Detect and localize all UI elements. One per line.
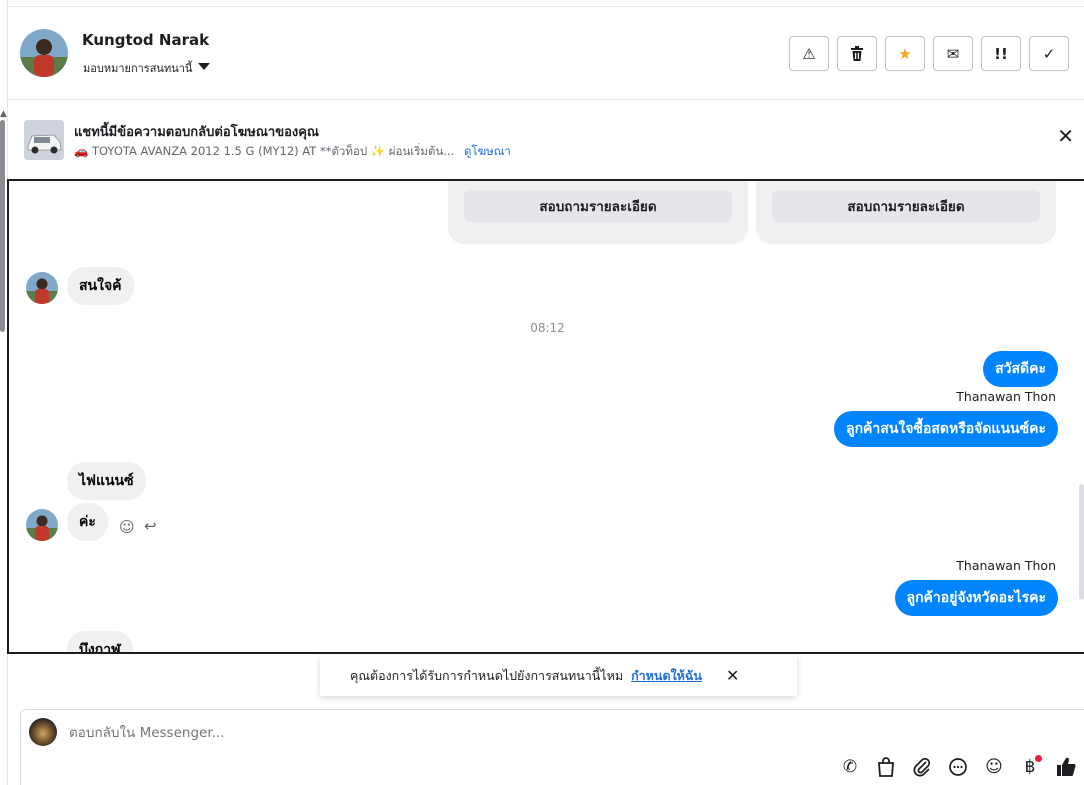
ad-card: สอบถามรายละเอียด — [756, 181, 1056, 244]
spam-button[interactable]: ⚠ — [789, 36, 829, 71]
ad-thumbnail[interactable] — [24, 120, 64, 160]
warning-icon: ⚠ — [802, 44, 816, 63]
message-thread[interactable]: สอบถามรายละเอียด สอบถามรายละเอียด สนใจค้… — [7, 179, 1084, 654]
chat-bubble-icon[interactable] — [946, 755, 970, 779]
sender-name: Thanawan Thon — [956, 389, 1056, 404]
contact-avatar-small[interactable] — [26, 509, 58, 541]
contact-name[interactable]: Kungtod Narak — [82, 31, 209, 49]
header-actions: ⚠ ★ ✉ !! ✓ — [789, 36, 1069, 71]
reply-input[interactable] — [69, 725, 769, 741]
incoming-message[interactable]: ค่ะ — [67, 503, 108, 541]
ad-description-line: 🚗 TOYOTA AVANZA 2012 1.5 G (MY12) AT **ต… — [74, 143, 511, 161]
inquire-button[interactable]: สอบถามรายละเอียด — [772, 190, 1040, 222]
assign-dropdown[interactable]: มอบหมายการสนทนานี้ — [83, 59, 211, 77]
mark-unread-button[interactable]: ✉ — [933, 36, 973, 71]
assign-prompt-text: คุณต้องการได้รับการกำหนดไปยังการสนทนานี้… — [350, 667, 624, 683]
attachment-icon[interactable] — [910, 755, 934, 779]
scroll-up-caret-icon[interactable]: ▲ — [0, 110, 7, 119]
sender-name: Thanawan Thon — [956, 558, 1056, 573]
chevron-down-icon — [198, 63, 211, 70]
timestamp-separator: 08:12 — [530, 321, 565, 335]
star-icon: ★ — [898, 44, 912, 63]
incoming-message[interactable]: บึงกาฬ — [67, 631, 133, 652]
contact-avatar[interactable] — [20, 29, 68, 77]
assign-label: มอบหมายการสนทนานี้ — [83, 62, 193, 75]
view-ad-link[interactable]: ดูโฆษณา — [464, 144, 511, 158]
envelope-icon: ✉ — [946, 44, 960, 63]
check-icon: ✓ — [1042, 44, 1056, 63]
trash-icon — [851, 46, 863, 61]
delete-button[interactable] — [837, 36, 877, 71]
incoming-message[interactable]: ไฟแนนซ์ — [67, 462, 146, 500]
exclamation-icon: !! — [994, 44, 1008, 63]
ad-card: สอบถามรายละเอียด — [448, 181, 748, 244]
inquire-button[interactable]: สอบถามรายละเอียด — [464, 190, 732, 222]
incoming-message[interactable]: สนใจค้ — [67, 267, 134, 305]
notification-dot — [1035, 755, 1042, 762]
outgoing-message[interactable]: ลูกค้าสนใจซื้อสดหรือจัดแนนซ์คะ — [834, 411, 1058, 447]
outgoing-message[interactable]: ลูกค้าอยู่จังหวัดอะไรคะ — [894, 580, 1058, 616]
assign-prompt: คุณต้องการได้รับการกำหนดไปยังการสนทนานี้… — [320, 655, 797, 696]
react-emoji-icon[interactable]: ☺ — [119, 518, 135, 536]
assign-to-me-link[interactable]: กำหนดให้ฉัน — [631, 666, 702, 686]
baht-icon[interactable]: ฿ — [1018, 755, 1042, 779]
page-avatar — [29, 718, 57, 746]
composer-tools: ✆ ☺ ฿ — [838, 755, 1078, 779]
left-scrollbar[interactable] — [0, 120, 5, 332]
follow-up-button[interactable]: !! — [981, 36, 1021, 71]
outgoing-message[interactable]: สวัสดีคะ — [983, 351, 1058, 387]
reply-icon[interactable]: ↩ — [144, 517, 157, 535]
contact-avatar-small[interactable] — [26, 272, 58, 304]
mark-done-button[interactable]: ✓ — [1029, 36, 1069, 71]
ad-reply-banner: แชทนี้มีข้อความตอบกลับต่อโฆษณาของคุณ 🚗 T… — [8, 100, 1084, 179]
call-icon[interactable]: ✆ — [838, 755, 862, 779]
right-scrollbar[interactable] — [1079, 484, 1084, 600]
close-icon[interactable]: ✕ — [1057, 126, 1074, 146]
conversation-header: Kungtod Narak มอบหมายการสนทนานี้ ⚠ ★ ✉ !… — [8, 7, 1084, 100]
star-button[interactable]: ★ — [885, 36, 925, 71]
shopping-bag-icon[interactable] — [874, 755, 898, 779]
close-icon[interactable]: ✕ — [726, 666, 739, 685]
ad-banner-title: แชทนี้มีข้อความตอบกลับต่อโฆษณาของคุณ — [74, 125, 319, 140]
emoji-icon[interactable]: ☺ — [982, 755, 1006, 779]
message-composer: ✆ ☺ ฿ — [20, 709, 1084, 785]
ad-description: 🚗 TOYOTA AVANZA 2012 1.5 G (MY12) AT **ต… — [74, 144, 455, 158]
thumbs-up-icon[interactable] — [1054, 755, 1078, 779]
